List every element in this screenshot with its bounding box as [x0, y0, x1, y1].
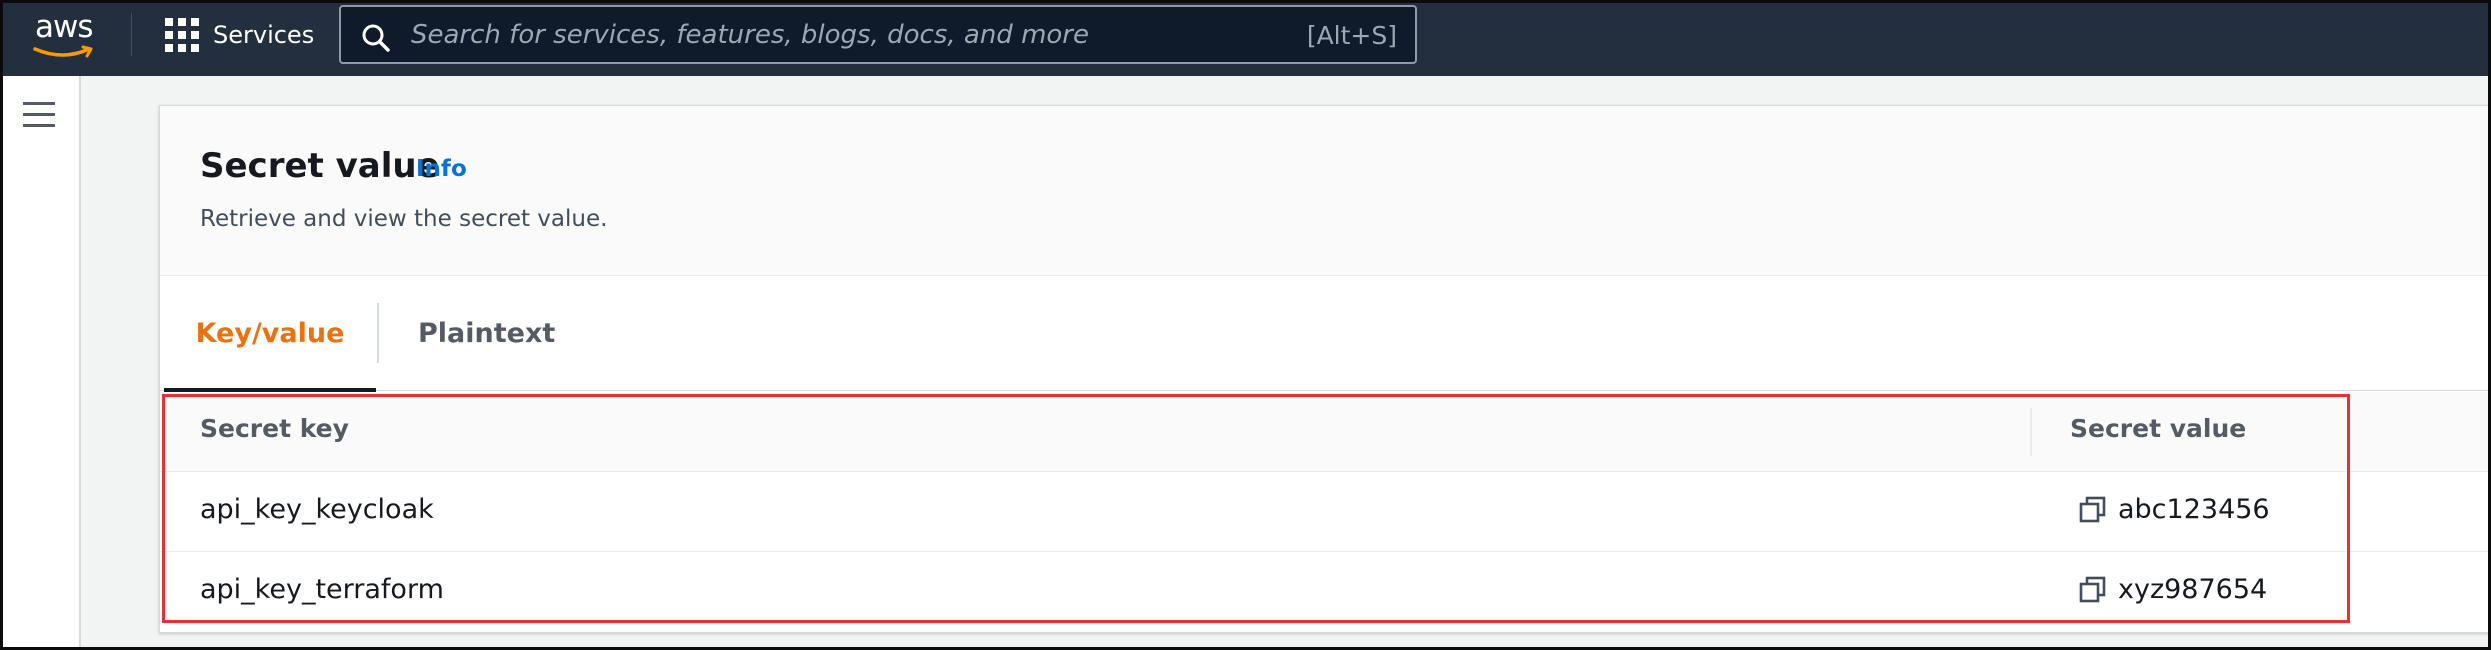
search-shortcut-hint: [Alt+S]: [1306, 21, 1397, 50]
grid-icon: [165, 18, 199, 52]
aws-logo-text: aws: [35, 9, 94, 45]
top-navigation-bar: aws Services [Alt+S]: [3, 3, 2488, 76]
column-header-secret-value: Secret value: [2070, 414, 2247, 443]
copy-icon[interactable]: [2078, 575, 2108, 605]
table-row: api_key_keycloak abc123456: [160, 472, 2488, 552]
search-box[interactable]: [Alt+S]: [339, 5, 1417, 64]
secret-key-cell: api_key_terraform: [200, 574, 444, 605]
tab-key-value-label: Key/value: [195, 318, 345, 349]
secret-value-cell: abc123456: [2078, 494, 2270, 525]
search-icon: [362, 24, 390, 52]
panel-description: Retrieve and view the secret value.: [200, 206, 608, 232]
tab-key-value[interactable]: Key/value: [164, 276, 376, 392]
search-input[interactable]: [411, 15, 1271, 55]
tab-plaintext[interactable]: Plaintext: [418, 276, 555, 391]
info-link[interactable]: Info: [416, 156, 467, 182]
column-divider[interactable]: [2030, 408, 2032, 456]
table-header-row: Secret key Secret value: [160, 392, 2488, 472]
secret-value-text: xyz987654: [2118, 574, 2268, 605]
secret-value-cell: xyz987654: [2078, 574, 2267, 605]
secret-key-cell: api_key_keycloak: [200, 494, 434, 525]
nav-divider: [131, 13, 132, 56]
aws-logo[interactable]: aws: [33, 9, 103, 65]
secret-value-text: abc123456: [2118, 494, 2270, 525]
copy-icon[interactable]: [2078, 495, 2108, 525]
aws-logo-smile-icon: [33, 45, 93, 58]
tab-bar: Key/value Plaintext: [160, 276, 2488, 392]
services-label: Services: [213, 21, 315, 49]
page-title: Secret value: [200, 146, 440, 186]
hamburger-menu-icon[interactable]: [23, 102, 55, 135]
app-window: aws Services [Alt+S]: [0, 0, 2491, 650]
services-menu-button[interactable]: Services: [165, 15, 314, 55]
secret-value-panel: Secret value Info Retrieve and view the …: [159, 105, 2488, 633]
column-header-secret-key: Secret key: [200, 414, 349, 443]
table-row: api_key_terraform xyz987654: [160, 552, 2488, 632]
tab-plaintext-label: Plaintext: [418, 318, 556, 349]
panel-header: Secret value Info Retrieve and view the …: [160, 106, 2488, 276]
tab-separator: [377, 303, 379, 363]
side-navigation-rail: [3, 76, 81, 647]
